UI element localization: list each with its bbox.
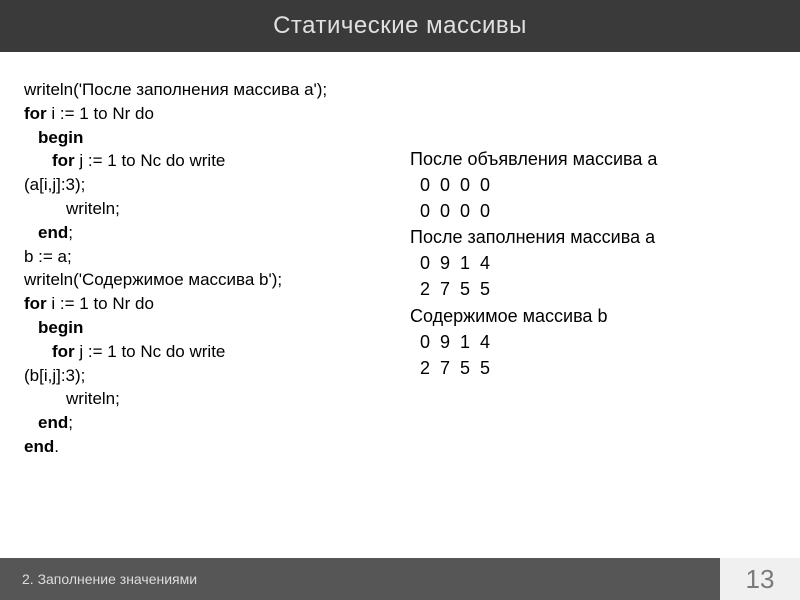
keyword-begin: begin	[24, 316, 390, 340]
output-block: После объявления массива a 0 0 0 0 0 0 0…	[410, 146, 776, 381]
code-line: for j := 1 to Nc do write	[24, 340, 390, 364]
code-block: writeln('После заполнения массива a'); f…	[24, 78, 390, 459]
keyword-end: end	[38, 223, 68, 242]
output-line: 0 0 0 0	[410, 172, 776, 198]
footer-section-label: 2. Заполнение значениями	[0, 558, 720, 600]
code-line: b := a;	[24, 245, 390, 269]
code-line: end;	[24, 411, 390, 435]
output-line: 0 9 1 4	[410, 250, 776, 276]
keyword-end: end	[38, 413, 68, 432]
code-line: (a[i,j]:3);	[24, 173, 390, 197]
output-line: Содержимое массива b	[410, 303, 776, 329]
code-line: end;	[24, 221, 390, 245]
code-line: writeln;	[24, 387, 390, 411]
output-line: После объявления массива a	[410, 146, 776, 172]
code-line: (b[i,j]:3);	[24, 364, 390, 388]
output-line: После заполнения массива a	[410, 224, 776, 250]
page-number: 13	[720, 558, 800, 600]
code-line: writeln('После заполнения массива a');	[24, 78, 390, 102]
keyword-for: for	[24, 294, 47, 313]
keyword-for: for	[24, 104, 47, 123]
code-column: writeln('После заполнения массива a'); f…	[24, 78, 400, 459]
keyword-end: end	[24, 437, 54, 456]
code-line: writeln('Содержимое массива b');	[24, 268, 390, 292]
code-line: for i := 1 to Nr do	[24, 102, 390, 126]
slide: Статические массивы writeln('После запол…	[0, 0, 800, 600]
code-line: for j := 1 to Nc do write	[24, 149, 390, 173]
output-line: 0 9 1 4	[410, 329, 776, 355]
output-line: 2 7 5 5	[410, 355, 776, 381]
slide-title: Статические массивы	[273, 12, 527, 40]
keyword-for: for	[52, 342, 75, 361]
code-line: for i := 1 to Nr do	[24, 292, 390, 316]
slide-header: Статические массивы	[0, 0, 800, 52]
output-line: 0 0 0 0	[410, 198, 776, 224]
code-line: writeln;	[24, 197, 390, 221]
code-line: end.	[24, 435, 390, 459]
keyword-begin: begin	[24, 126, 390, 150]
keyword-for: for	[52, 151, 75, 170]
output-line: 2 7 5 5	[410, 276, 776, 302]
slide-body: writeln('После заполнения массива a'); f…	[0, 52, 800, 459]
output-column: После объявления массива a 0 0 0 0 0 0 0…	[400, 146, 776, 459]
slide-footer: 2. Заполнение значениями 13	[0, 558, 800, 600]
